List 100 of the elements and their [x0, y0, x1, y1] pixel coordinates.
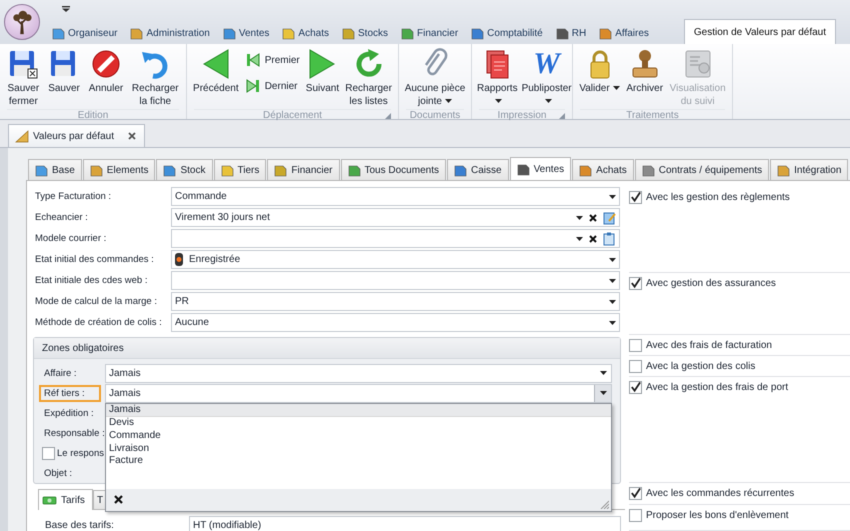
ribbon-tab[interactable]: Affaires	[595, 22, 653, 44]
tab[interactable]: Achats	[572, 159, 634, 180]
document-icon	[282, 26, 296, 40]
notepad-icon[interactable]	[603, 210, 616, 224]
banknote-icon	[42, 495, 57, 505]
checkbox-label: Avec la gestion des frais de port	[646, 382, 788, 392]
floppy-disk-icon	[7, 48, 40, 80]
ribbon-button[interactable]: W Publiposter	[520, 47, 574, 109]
dropdown-option[interactable]: Devis	[106, 417, 611, 430]
ribbon-button[interactable]: Suivant	[304, 47, 342, 96]
select-field[interactable]: Aucune	[171, 313, 620, 332]
ribbon-button[interactable]: Recharger les listes	[343, 47, 394, 109]
tree-logo[interactable]	[4, 4, 40, 40]
resize-grip-icon[interactable]	[600, 500, 609, 508]
ribbon-tab[interactable]: Organiseur	[48, 22, 122, 44]
field-label: Expédition :	[43, 406, 95, 420]
checkbox[interactable]	[629, 380, 642, 394]
tab[interactable]: Base	[28, 159, 82, 180]
document-icon	[274, 164, 288, 176]
checkbox[interactable]	[629, 360, 642, 372]
ribbon-button[interactable]: Dernier	[242, 77, 302, 95]
ribbon-button[interactable]: Premier	[242, 51, 302, 69]
ribbon-button[interactable]: Rapports	[475, 47, 520, 109]
select-field[interactable]: HT (modifiable)	[189, 516, 621, 531]
ribbon-button[interactable]: Sauver fermer	[5, 47, 42, 109]
field-label: Etat initial des commandes :	[35, 254, 155, 265]
ribbon-button[interactable]: Aucune pièce jointe	[402, 47, 468, 109]
caret-icon	[612, 86, 620, 90]
tab[interactable]: Stock	[156, 159, 212, 180]
document-icon	[130, 26, 144, 40]
ribbon-tab[interactable]: Administration	[126, 22, 214, 44]
checkbox[interactable]	[629, 190, 642, 204]
tab[interactable]: Contrats / équipements	[634, 159, 770, 180]
tab[interactable]: Intégration	[770, 159, 848, 180]
dropdown-option[interactable]: Commande	[106, 430, 611, 443]
checkbox[interactable]	[629, 486, 642, 500]
ribbon-button[interactable]: Annuler	[86, 47, 126, 96]
ribbon-tab[interactable]: Gestion de Valeurs par défaut	[684, 19, 836, 44]
field-label: Méthode de création de colis :	[35, 317, 163, 328]
tab[interactable]: Ventes	[510, 157, 572, 181]
select-field[interactable]	[171, 271, 620, 290]
dropdown-option[interactable]: Facture	[106, 455, 611, 468]
caret-icon	[544, 99, 552, 104]
close-icon[interactable]	[128, 132, 136, 140]
tab[interactable]: Elements	[82, 159, 156, 180]
document-icon	[163, 164, 176, 176]
clipboard-icon[interactable]	[603, 232, 616, 246]
tab[interactable]: Tiers	[214, 159, 266, 180]
document-icon	[90, 164, 103, 176]
field-label: Responsable :	[43, 426, 106, 440]
tab[interactable]: Tous Documents	[340, 159, 446, 180]
document-icon	[220, 164, 234, 176]
select-field[interactable]: PR	[171, 292, 620, 311]
caret-icon	[609, 300, 616, 304]
field-label: Echeancier :	[35, 212, 89, 223]
ribbon-tab[interactable]: Stocks	[338, 22, 392, 44]
select-field[interactable]: Enregistrée	[171, 250, 620, 269]
clear-icon[interactable]	[589, 214, 597, 222]
traffic-light-icon	[175, 253, 183, 266]
tab[interactable]: Caisse	[446, 159, 509, 180]
group-title: Déplacement	[263, 110, 322, 121]
ribbon-tab[interactable]: Comptabilité	[467, 22, 547, 44]
ribbon-button[interactable]: Archiver	[624, 47, 666, 96]
field-label: Mode de calcul de la marge :	[35, 296, 158, 307]
checkbox[interactable]	[629, 276, 642, 290]
document-icon	[579, 164, 592, 176]
caret-icon	[495, 99, 502, 104]
checkbox[interactable]	[629, 338, 642, 352]
select-field[interactable]: Virement 30 jours net	[171, 208, 620, 227]
field-label: Base des tarifs:	[45, 520, 115, 531]
select-field[interactable]: Jamais	[105, 364, 612, 382]
document-icon	[599, 26, 612, 40]
ribbon-button[interactable]: Précédent	[191, 47, 241, 96]
caret-icon	[600, 371, 606, 375]
clear-icon[interactable]	[114, 495, 123, 504]
ribbon-tab[interactable]: Achats	[278, 22, 333, 44]
tab[interactable]: Financier	[267, 159, 340, 180]
select-field[interactable]: Commande	[171, 187, 620, 206]
ribbon-button[interactable]: Valider	[577, 47, 622, 96]
select-field[interactable]: Jamais	[105, 384, 612, 402]
checkbox[interactable]	[42, 446, 55, 460]
document-icon	[471, 26, 484, 40]
skip-back-icon	[244, 52, 261, 68]
ribbon-tab[interactable]: Financier	[397, 22, 462, 44]
ribbon-button[interactable]: Recharger la fiche	[130, 47, 181, 109]
ribbon-tab[interactable]: Ventes	[218, 22, 274, 44]
dropdown-option[interactable]: Jamais	[106, 404, 611, 418]
ribbon-button[interactable]: Sauver	[46, 47, 82, 96]
caret-icon	[609, 320, 616, 324]
group-title: Documents	[410, 110, 460, 121]
clear-icon[interactable]	[589, 234, 597, 242]
ribbon-tab[interactable]: RH	[552, 22, 590, 44]
tab[interactable]: Tarifs	[38, 489, 93, 510]
select-field[interactable]	[171, 229, 620, 248]
caret-icon[interactable]	[62, 6, 70, 12]
dropdown-option[interactable]: Livraison	[106, 442, 611, 456]
checkbox-label: Avec gestion des assurances	[646, 278, 776, 288]
checkbox[interactable]	[629, 508, 642, 522]
document-tab[interactable]: Valeurs par défaut	[8, 124, 145, 147]
no-entry-icon	[90, 48, 122, 80]
